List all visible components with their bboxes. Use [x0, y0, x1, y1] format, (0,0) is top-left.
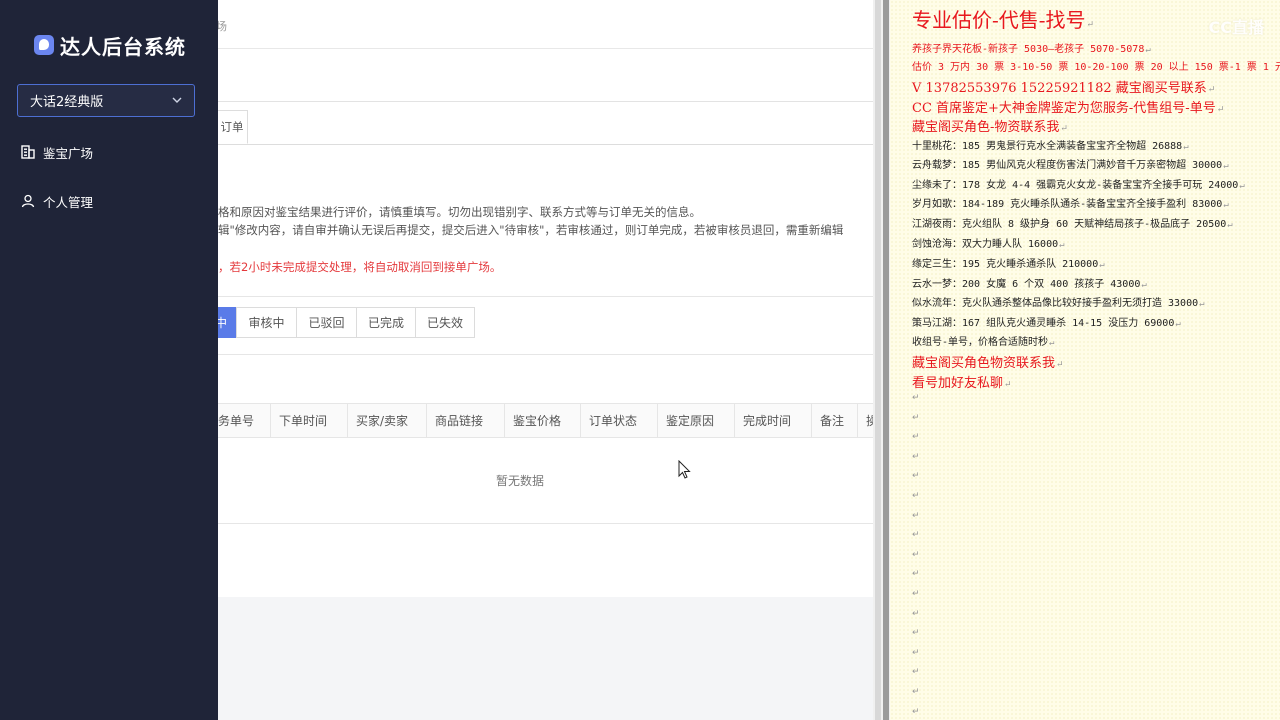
notes-line: 云舟载梦：185 男仙风克火程度伤害法门满妙音千万亲密物超 30000↵ [912, 160, 1229, 171]
watermark: CC直播 [1208, 18, 1265, 37]
return-mark: ↵ [912, 452, 920, 462]
nav-label: 个人管理 [43, 194, 94, 210]
return-mark: ↵ [912, 569, 920, 579]
return-mark: ↵ [912, 609, 920, 619]
mouse-cursor-icon [678, 460, 691, 479]
notes-line: 养孩子界天花板-新孩子 5030—老孩子 5070-5078↵ [912, 44, 1151, 55]
filter-expired[interactable]: 已失效 [415, 307, 475, 338]
notes-line: 剑蚀沧海：双大力睡人队 16000↵ [912, 239, 1065, 250]
title-band [218, 49, 873, 102]
col-item-link: 商品链接 [427, 404, 505, 437]
notice-text: 格和原因对鉴宝结果进行评价，请慎重填写。切勿出现错别字、联系方式等与订单无关的信… [218, 205, 701, 219]
notes-line: 估价 3 万内 30 票 3-10-50 票 10-20-100 票 20 以上… [912, 62, 1280, 73]
breadcrumb[interactable]: 场 [218, 18, 227, 34]
notes-line: 看号加好友私聊↵ [912, 376, 1012, 391]
nav-item-appraisal-square[interactable]: 鉴宝广场 [21, 141, 93, 163]
col-order-time: 下单时间 [271, 404, 348, 437]
nav-label: 鉴宝广场 [43, 145, 94, 161]
filter-rejected[interactable]: 已驳回 [296, 307, 357, 338]
notes-line: 策马江湖：167 组队克火通灵睡杀 14-15 没压力 69000↵ [912, 318, 1181, 329]
main-content: 场 订单 格和原因对鉴宝结果进行评价，请慎重填写。切勿出现错别字、联系方式等与订… [218, 0, 873, 720]
return-mark: ↵ [912, 432, 920, 442]
sidebar: 达人后台系统 大话2经典版 鉴宝广场 个人管理 [0, 0, 218, 720]
breadcrumb-bar: 场 [218, 0, 873, 49]
logo: 达人后台系统 [34, 31, 186, 59]
logo-text: 达人后台系统 [60, 34, 186, 59]
return-mark: ↵ [912, 589, 920, 599]
notes-line: 缘定三生：195 克火睡杀通杀队 210000↵ [912, 259, 1105, 270]
building-icon [21, 145, 35, 159]
user-icon [21, 194, 35, 208]
status-filter-group: 中 审核中 已驳回 已完成 已失效 [218, 307, 475, 338]
notes-line: 收组号-单号，价格合适随时秒↵ [912, 337, 1055, 348]
col-action: 操 [866, 414, 873, 428]
warning-text: ，若2小时未完成提交处理，将自动取消回到接单广场。 [218, 260, 502, 274]
notes-line: 藏宝阁买角色物资联系我↵ [912, 356, 1064, 371]
return-mark: ↵ [912, 413, 920, 423]
return-mark: ↵ [912, 648, 920, 658]
notes-line: V 13782553976 15225921182 藏宝阁买号联系↵ [912, 81, 1216, 96]
divider [218, 296, 873, 297]
col-remark: 备注 [812, 404, 858, 437]
table-header: 务单号 下单时间 买家/卖家 商品链接 鉴宝价格 订单状态 鉴定原因 完成时间 … [218, 403, 873, 438]
filter-in-progress[interactable]: 中 [218, 307, 237, 338]
game-select[interactable]: 大话2经典版 [17, 84, 195, 117]
return-mark: ↵ [912, 550, 920, 560]
notes-line: 似水流年：克火队通杀整体品像比较好接手盈利无须打造 33000↵ [912, 298, 1205, 309]
notes-line: 岁月如歌：184-189 克火睡杀队通杀-装备宝宝齐全接手盈利 83000↵ [912, 199, 1229, 210]
nav-item-personal-management[interactable]: 个人管理 [21, 190, 93, 212]
notes-title: 专业估价-代售-找号↵ [912, 8, 1095, 32]
notice-text: 辑"修改内容，请自审并确认无误后再提交，提交后进入"待审核"，若审核通过，则订单… [218, 223, 844, 237]
notes-line: CC 首席鉴定+大神金牌鉴定为您服务-代售组号-单号↵ [912, 101, 1225, 116]
col-finish-time: 完成时间 [735, 404, 812, 437]
return-mark: ↵ [912, 491, 920, 501]
return-mark: ↵ [912, 471, 920, 481]
notes-line: 藏宝阁买角色-物资联系我↵ [912, 120, 1068, 135]
chevron-down-icon [172, 97, 182, 103]
empty-state: 暂无数据 [496, 474, 545, 488]
filter-completed[interactable]: 已完成 [356, 307, 416, 338]
return-mark: ↵ [912, 667, 920, 677]
tab-order[interactable]: 订单 [218, 110, 248, 144]
col-price: 鉴宝价格 [505, 404, 581, 437]
scrollbar-thumb[interactable] [875, 0, 881, 720]
notes-line: 云水一梦：200 女魔 6 个双 400 孩孩子 43000↵ [912, 279, 1147, 290]
divider [218, 354, 873, 355]
col-order-status: 订单状态 [581, 404, 658, 437]
notes-line: 尘缘未了：178 女龙 4-4 强霸克火女龙-装备宝宝齐全接手可玩 24000↵ [912, 180, 1245, 191]
logo-icon [34, 35, 54, 55]
col-order-no: 务单号 [218, 404, 271, 437]
return-mark: ↵ [912, 511, 920, 521]
return-mark: ↵ [912, 687, 920, 697]
return-mark: ↵ [912, 530, 920, 540]
scrollbar-track [883, 0, 889, 720]
notes-line: 江湖夜雨：克火组队 8 级护身 60 天赋神结局孩子-极品底子 20500↵ [912, 219, 1233, 230]
col-buyer-seller: 买家/卖家 [348, 404, 427, 437]
col-reason: 鉴定原因 [658, 404, 735, 437]
tab-bar: 订单 [218, 110, 873, 145]
divider [218, 523, 873, 524]
return-mark: ↵ [912, 393, 920, 403]
notes-line: 十里桃花：185 男鬼景行克水全满装备宝宝齐全物超 26888↵ [912, 141, 1189, 152]
game-select-value: 大话2经典版 [30, 95, 104, 110]
return-mark: ↵ [912, 707, 920, 717]
vertical-scrollbar[interactable] [873, 0, 890, 720]
filter-under-review[interactable]: 审核中 [236, 307, 297, 338]
notes-panel: CC直播 专业估价-代售-找号↵ 养孩子界天花板-新孩子 5030—老孩子 50… [890, 0, 1280, 720]
return-mark: ↵ [912, 628, 920, 638]
